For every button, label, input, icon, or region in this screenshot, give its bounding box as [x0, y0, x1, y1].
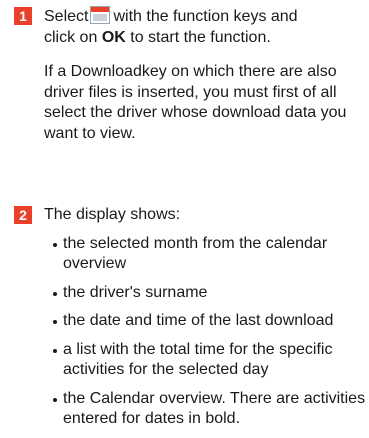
step-1-note: If a Downloadkey on which there are also… [44, 63, 347, 142]
list-item: the driver's surname [53, 283, 366, 304]
instruction-line2-start: click on [44, 28, 98, 46]
step-1-instruction: Select with the function keys and click o… [44, 6, 366, 48]
step-1-body: Select with the function keys and click o… [44, 6, 366, 144]
step-number-badge: 2 [14, 206, 32, 224]
instruction-line2-end: to start the function. [130, 28, 271, 46]
step-2-heading: The display shows: [44, 206, 181, 223]
instruction-text-start: Select [44, 8, 89, 25]
step-number-badge: 1 [14, 7, 32, 25]
list-item: the Calendar overview. There are activit… [53, 389, 366, 430]
calendar-icon [90, 6, 111, 24]
list-item: a list with the total time for the speci… [53, 340, 366, 381]
instruction-text-end: with the function keys and [113, 8, 298, 25]
list-item: the selected month from the calendar ove… [53, 234, 366, 275]
step-2-body: The display shows: the selected month fr… [44, 205, 366, 438]
ok-keyword: OK [101, 28, 126, 46]
manual-page: 1 Select with the function keys and click… [0, 0, 369, 430]
display-contents-list: the selected month from the calendar ove… [44, 234, 366, 430]
list-item: the date and time of the last download [53, 311, 366, 332]
